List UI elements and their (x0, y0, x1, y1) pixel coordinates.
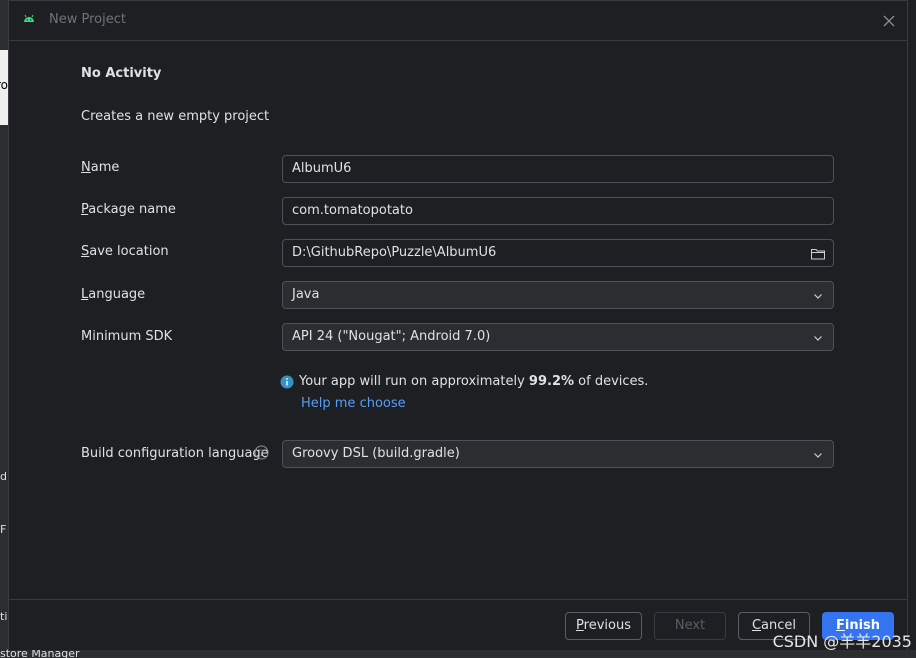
new-project-dialog: New Project No Activity Creates a new em… (8, 0, 908, 650)
build-config-language-label: Build configuration language (81, 446, 269, 461)
next-button[interactable]: Next (654, 612, 726, 640)
save-location-value: D:\GithubRepo\Puzzle\AlbumU6 (292, 245, 497, 260)
info-icon (280, 375, 294, 389)
ide-fragment-text: F (0, 523, 7, 536)
name-field[interactable]: AlbumU6 (282, 155, 834, 183)
chevron-down-icon (814, 336, 822, 341)
language-label: Language (81, 287, 146, 302)
chevron-down-icon (814, 294, 822, 299)
save-location-field[interactable]: D:\GithubRepo\Puzzle\AlbumU6 (282, 239, 834, 267)
language-value: Java (292, 287, 320, 302)
package-name-field[interactable]: com.tomatopotato (282, 197, 834, 225)
android-icon (24, 14, 34, 22)
language-select[interactable]: Java (282, 281, 834, 309)
ide-fragment-text: d (0, 470, 7, 483)
template-description: Creates a new empty project (81, 109, 270, 124)
minimum-sdk-select[interactable]: API 24 ("Nougat"; Android 7.0) (282, 323, 834, 351)
dialog-title: New Project (49, 12, 126, 27)
save-location-label: Save location (81, 244, 169, 259)
previous-button[interactable]: Previous (565, 612, 642, 640)
name-label: Name (81, 160, 120, 175)
minimum-sdk-value: API 24 ("Nougat"; Android 7.0) (292, 329, 491, 344)
package-name-label: Package name (81, 202, 176, 217)
device-coverage-percent: 99.2% (528, 374, 575, 389)
help-me-choose-link[interactable]: Help me choose (301, 396, 406, 411)
ide-fragment-text: ti (0, 610, 8, 623)
minimum-sdk-label: Minimum SDK (81, 329, 173, 344)
question-icon[interactable]: ? (254, 445, 269, 460)
folder-icon[interactable] (810, 246, 826, 262)
build-config-language-select[interactable]: Groovy DSL (build.gradle) (282, 440, 834, 468)
dialog-titlebar: New Project (9, 1, 907, 41)
chevron-down-icon (814, 453, 822, 458)
device-coverage-text: Your app will run on approximately 99.2%… (299, 374, 649, 389)
close-icon[interactable] (879, 11, 899, 31)
build-config-language-value: Groovy DSL (build.gradle) (292, 446, 460, 461)
template-heading: No Activity (81, 66, 162, 81)
watermark: CSDN @羊羊2035 (772, 632, 912, 651)
svg-text:?: ? (259, 449, 264, 459)
